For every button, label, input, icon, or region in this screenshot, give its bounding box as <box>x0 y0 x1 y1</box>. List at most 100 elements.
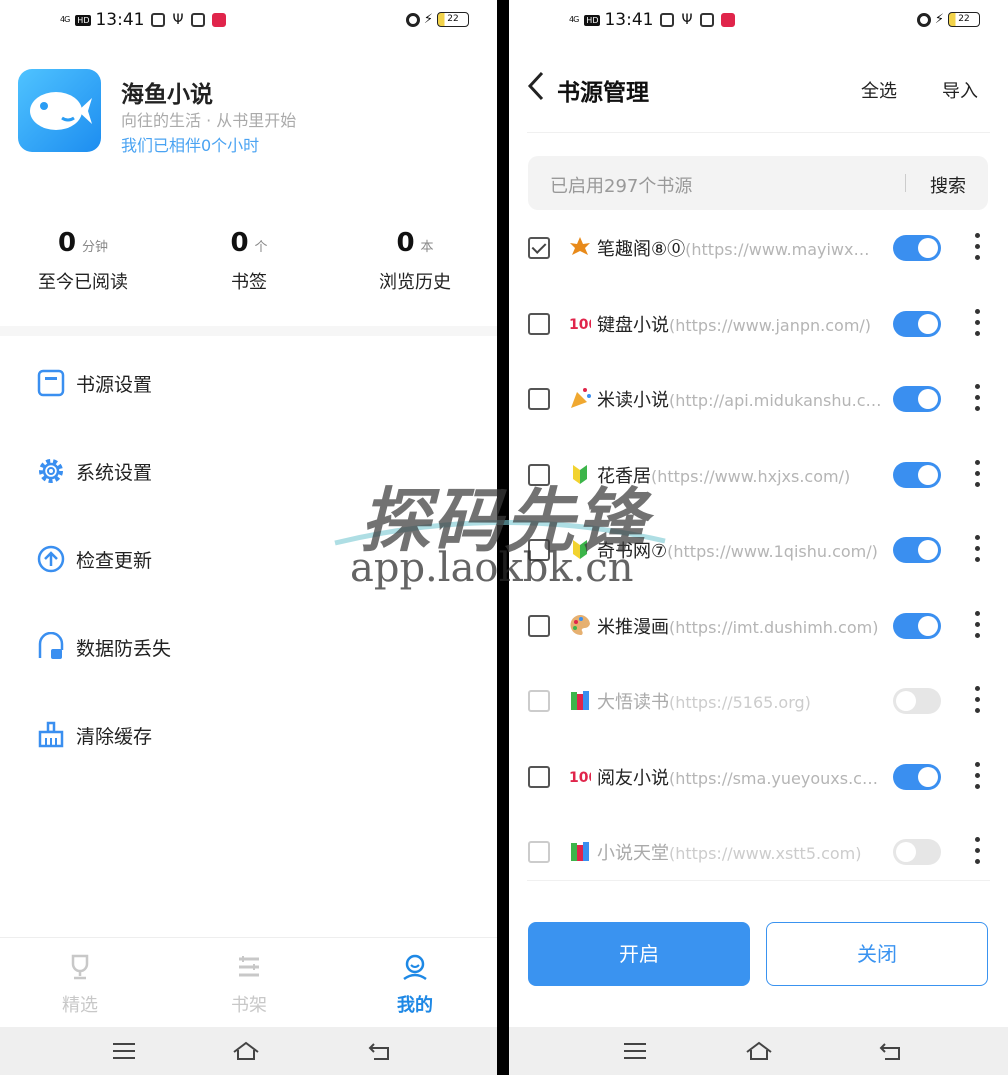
source-checkbox[interactable] <box>528 614 550 637</box>
menu-system-settings[interactable]: 系统设置 <box>36 456 152 486</box>
source-checkbox[interactable] <box>528 463 550 486</box>
back-nav-icon[interactable] <box>877 1038 905 1064</box>
nav-label: 书架 <box>231 995 267 1016</box>
menu-label: 数据防丢失 <box>76 637 172 660</box>
hd-icon: HD <box>584 14 601 26</box>
source-checkbox[interactable] <box>528 237 550 259</box>
alarm-icon <box>405 12 420 27</box>
hd-icon: HD <box>75 14 92 26</box>
source-row[interactable]: 花香居(https://www.hxjxs.com/) <box>509 440 1008 510</box>
source-checkbox[interactable] <box>528 841 550 863</box>
beginner-badge-icon <box>573 540 587 559</box>
menu-label: 系统设置 <box>76 461 153 484</box>
source-row[interactable]: 奇书网⑦(https://www.1qishu.com/) <box>509 515 1008 585</box>
menu-lines-icon[interactable] <box>110 1038 138 1064</box>
source-toggle[interactable] <box>893 310 941 337</box>
menu-clear-cache[interactable]: 清除缓存 <box>36 720 152 750</box>
stat-reading-time[interactable]: 0 分钟 至今已阅读 <box>0 228 166 294</box>
home-icon[interactable] <box>232 1038 260 1064</box>
more-options-icon[interactable] <box>975 837 981 867</box>
more-options-icon[interactable] <box>975 459 981 490</box>
more-options-icon[interactable] <box>975 761 981 792</box>
nav-tab-mine[interactable]: 我的 <box>355 952 475 1017</box>
source-name: 键盘小说 <box>597 314 669 336</box>
source-name: 米读小说 <box>597 390 669 411</box>
more-options-icon[interactable] <box>975 535 981 565</box>
stat-unit: 个 <box>254 240 268 255</box>
search-input[interactable]: 已启用297个书源 <box>550 172 692 198</box>
app-name: 海鱼小说 <box>121 82 213 108</box>
source-checkbox[interactable] <box>528 765 550 788</box>
back-nav-icon[interactable] <box>366 1038 394 1064</box>
stat-value: 0 <box>230 228 249 258</box>
source-row[interactable]: 笔趣阁⑧⓪(https://www.mayiwx… <box>509 213 1008 283</box>
more-options-icon[interactable] <box>975 610 981 641</box>
source-toggle[interactable] <box>893 386 941 412</box>
source-row[interactable]: 米推漫画(https://imt.dushimh.com) <box>509 591 1008 661</box>
stat-unit: 本 <box>420 240 434 255</box>
source-checkbox[interactable] <box>528 312 550 335</box>
search-button[interactable]: 搜索 <box>930 172 966 198</box>
charging-icon: ⚡ <box>423 12 433 27</box>
nav-tab-featured[interactable]: 精选 <box>20 952 140 1017</box>
notification-icon <box>151 13 166 27</box>
disable-button[interactable]: 关闭 <box>766 922 988 986</box>
source-label: 米推漫画(https://imt.dushimh.com) <box>597 613 887 639</box>
source-row[interactable]: 小说天堂(https://www.xstt5.com) <box>509 817 1008 887</box>
nav-tab-bookshelf[interactable]: 书架 <box>189 952 309 1017</box>
select-all-button[interactable]: 全选 <box>861 77 897 103</box>
source-checkbox[interactable] <box>528 539 550 561</box>
system-nav-bar <box>509 1027 1008 1075</box>
reading-stats: 0 分钟 至今已阅读 0个 书签 0本 浏览历史 <box>0 228 497 308</box>
more-options-icon[interactable] <box>975 384 981 414</box>
source-toggle[interactable] <box>893 763 941 790</box>
source-label: 大悟读书(https://5165.org) <box>597 688 887 714</box>
source-toggle[interactable] <box>893 537 941 563</box>
source-toggle[interactable] <box>893 688 941 714</box>
import-button[interactable]: 导入 <box>942 77 978 103</box>
sim-icon <box>699 13 714 27</box>
menu-data-backup[interactable]: 数据防丢失 <box>36 632 171 662</box>
menu-book-source-settings[interactable]: 书源设置 <box>36 368 152 398</box>
source-url: (https://imt.dushimh.com) <box>669 617 879 637</box>
notification-icon <box>660 13 675 27</box>
source-toggle[interactable] <box>893 612 941 639</box>
source-toggle[interactable] <box>893 235 941 261</box>
source-name: 笔趣阁⑧⓪ <box>597 239 686 260</box>
source-name: 大悟读书 <box>597 692 669 713</box>
book-source-icon <box>37 369 65 397</box>
fish-icon <box>29 91 92 130</box>
menu-lines-icon[interactable] <box>621 1038 649 1064</box>
enable-button[interactable]: 开启 <box>528 922 750 986</box>
more-options-icon[interactable] <box>975 686 981 716</box>
stat-history[interactable]: 0本 浏览历史 <box>332 228 497 294</box>
battery-icon: 22 <box>437 12 469 27</box>
trophy-icon <box>71 954 89 980</box>
menu-check-update[interactable]: 检查更新 <box>36 544 152 574</box>
source-row[interactable]: 100 键盘小说(https://www.janpn.com/) <box>509 289 1008 359</box>
source-row[interactable]: 100 阅友小说(https://sma.yueyouxs.c… <box>509 742 1008 812</box>
more-options-icon[interactable] <box>975 308 981 339</box>
source-toggle[interactable] <box>893 839 941 865</box>
source-row[interactable]: 米读小说(http://api.midukanshu.c… <box>509 364 1008 434</box>
signal-icon: 4G <box>569 15 579 24</box>
status-time: 13:41 <box>604 10 654 30</box>
stat-label: 至今已阅读 <box>38 272 128 293</box>
stat-bookmarks[interactable]: 0个 书签 <box>166 228 332 294</box>
source-label: 键盘小说(https://www.janpn.com/) <box>597 311 887 337</box>
right-screen: 4G HD 13:41 Ψ ⚡ 22 书源管理 全选 导入 已启用297个书源 … <box>509 0 1008 1075</box>
source-url: (https://www.janpn.com/) <box>669 315 872 335</box>
alarm-icon <box>916 12 931 27</box>
companion-hours: 我们已相伴0个小时 <box>121 136 260 155</box>
nav-label: 我的 <box>397 995 433 1016</box>
source-checkbox[interactable] <box>528 690 550 712</box>
back-arrow-icon[interactable] <box>525 70 547 102</box>
source-url: (https://www.hxjxs.com/) <box>651 466 851 486</box>
more-options-icon[interactable] <box>975 233 981 263</box>
source-toggle[interactable] <box>893 461 941 488</box>
stat-value: 0 <box>396 228 415 258</box>
source-checkbox[interactable] <box>528 388 550 410</box>
source-row[interactable]: 大悟读书(https://5165.org) <box>509 666 1008 736</box>
home-icon[interactable] <box>745 1038 773 1064</box>
search-bar[interactable]: 已启用297个书源 搜索 <box>528 156 988 210</box>
